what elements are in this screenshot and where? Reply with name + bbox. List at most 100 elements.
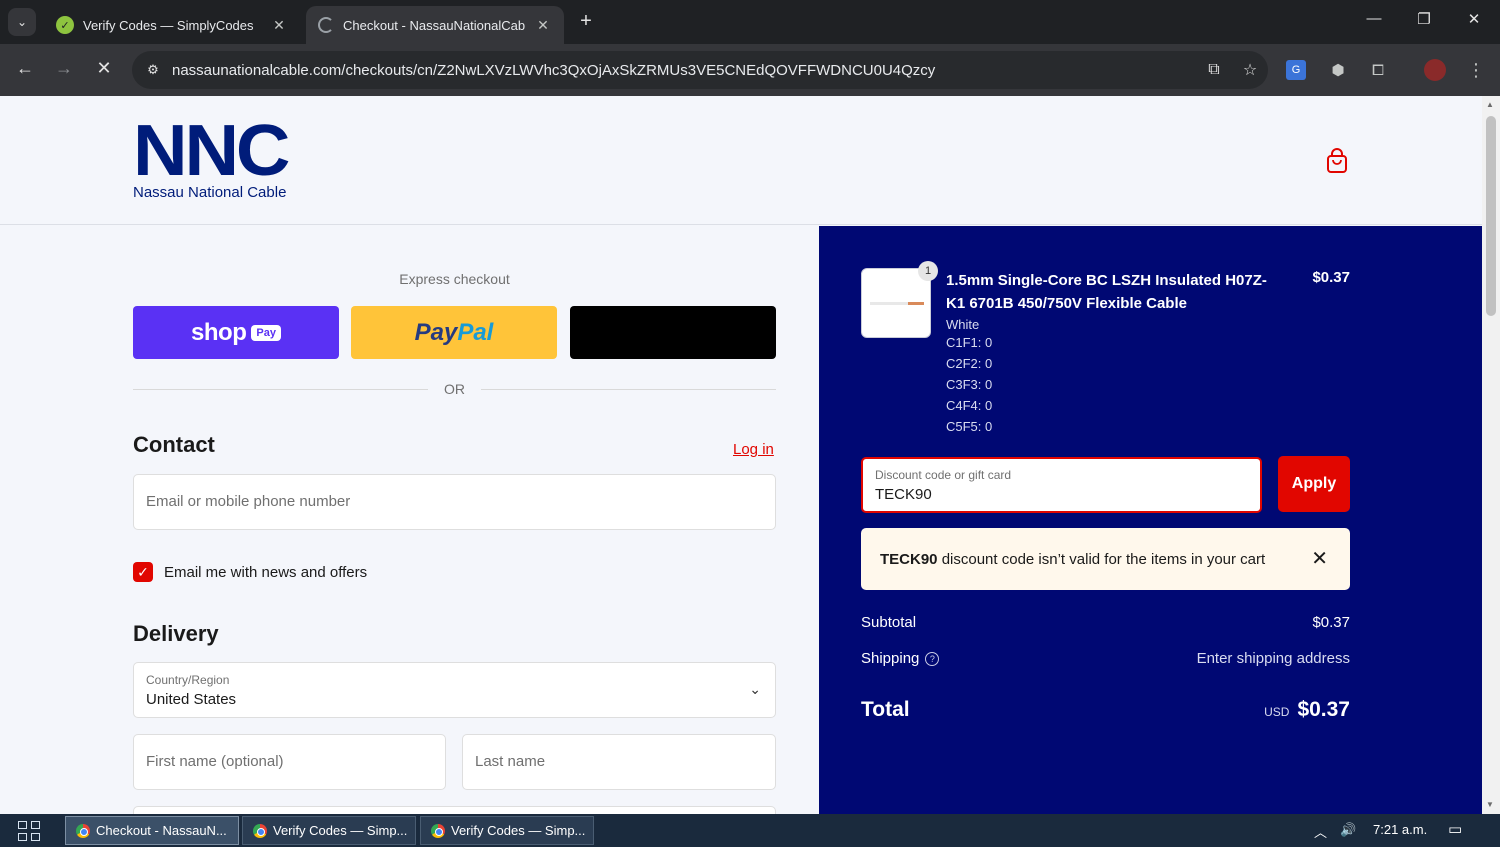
url-text[interactable]: nassaunationalcable.com/checkouts/cn/Z2N… <box>172 62 1196 79</box>
taskbar-item-checkout[interactable]: Checkout - NassauN... <box>65 816 239 845</box>
browser-toolbar: ← → ✕ ⚙ nassaunationalcable.com/checkout… <box>0 44 1500 96</box>
email-field[interactable]: Email or mobile phone number <box>133 474 776 530</box>
total-value: $0.37 <box>1297 698 1350 721</box>
chrome-icon <box>253 823 267 838</box>
google-translate-extension-icon[interactable]: G <box>1286 60 1306 80</box>
express-pay-button-black[interactable] <box>570 306 776 359</box>
cable-image <box>870 302 924 305</box>
quantity-badge: 1 <box>918 261 938 281</box>
paypal-word-pal: Pal <box>457 318 494 346</box>
taskbar-item-verify-codes[interactable]: Verify Codes — Simp... <box>242 816 416 845</box>
scroll-up-arrow-icon[interactable]: ▲ <box>1486 100 1494 109</box>
newsletter-checkbox[interactable]: ✓ <box>133 562 153 582</box>
logo-mark: NNC <box>133 111 290 191</box>
browser-tab-bar: ⌄ ✓ Verify Codes — SimplyCodes ✕ Checkou… <box>0 0 1500 44</box>
taskbar-item-label: Checkout - NassauN... <box>96 823 227 838</box>
subtotal-value: $0.37 <box>1312 614 1350 631</box>
clock-time[interactable]: 7:21 a.m. <box>1373 822 1427 837</box>
discount-error-code: TECK90 <box>880 551 938 568</box>
shop-pay-word: shop <box>191 318 247 346</box>
discount-error-message: TECK90 discount code isn’t valid for the… <box>880 551 1265 568</box>
variant-option: C5F5: 0 <box>946 419 993 434</box>
start-grid-icon[interactable] <box>18 821 40 841</box>
extensions-puzzle-icon[interactable]: ⧠ <box>1366 58 1390 82</box>
site-header: NNC Nassau National Cable <box>0 96 1482 225</box>
profile-avatar[interactable] <box>1424 59 1446 81</box>
address-field-partial[interactable] <box>133 806 776 814</box>
subtotal-label: Subtotal <box>861 614 917 631</box>
bookmark-star-icon[interactable]: ☆ <box>1232 60 1268 80</box>
login-link[interactable]: Log in <box>733 441 774 458</box>
total-currency: USD <box>1264 705 1290 719</box>
shop-pay-pill: Pay <box>251 324 281 341</box>
close-window-icon[interactable]: ✕ <box>1459 10 1489 28</box>
divider-line-left <box>133 389 428 390</box>
scroll-down-arrow-icon[interactable]: ▼ <box>1486 800 1494 809</box>
or-text: OR <box>444 381 465 397</box>
dismiss-close-icon[interactable]: ✕ <box>1311 546 1328 571</box>
paypal-button[interactable]: Pay Pal <box>351 306 557 359</box>
stop-loading-icon[interactable]: ✕ <box>92 58 116 79</box>
discount-error-text: discount code isn’t valid for the items … <box>937 551 1266 568</box>
email-placeholder: Email or mobile phone number <box>146 493 351 510</box>
chevron-down-icon: ⌄ <box>749 681 761 697</box>
address-bar[interactable]: ⚙ nassaunationalcable.com/checkouts/cn/Z… <box>132 51 1268 89</box>
extension-puzzle-grey-icon[interactable]: ⬢ <box>1326 58 1350 82</box>
tab-checkout[interactable]: Checkout - NassauNationalCab ✕ <box>306 6 564 44</box>
first-name-field[interactable]: First name (optional) <box>133 734 446 790</box>
os-taskbar: Checkout - NassauN... Verify Codes — Sim… <box>0 814 1500 847</box>
close-tab-icon[interactable]: ✕ <box>270 17 288 34</box>
translate-icon[interactable]: ⧉ <box>1196 61 1232 79</box>
country-value: United States <box>146 691 237 708</box>
variant-option: C1F1: 0 <box>946 335 993 350</box>
page-scrollbar[interactable]: ▲ ▼ <box>1482 96 1500 814</box>
scrollbar-thumb[interactable] <box>1486 116 1496 316</box>
shipping-label: Shipping <box>861 650 920 667</box>
close-tab-icon[interactable]: ✕ <box>534 17 552 34</box>
tab-search-chevron-icon[interactable]: ⌄ <box>8 8 36 36</box>
tray-chevron-up-icon[interactable]: ︿ <box>1314 822 1327 841</box>
variant-option: C2F2: 0 <box>946 356 993 371</box>
country-select[interactable]: Country/Region United States ⌄ <box>133 662 776 718</box>
shopping-bag-icon[interactable] <box>1326 148 1348 174</box>
express-checkout-label: Express checkout <box>399 271 510 287</box>
restore-icon[interactable]: ❐ <box>1409 10 1439 28</box>
newsletter-label[interactable]: Email me with news and offers <box>164 564 367 581</box>
or-divider: OR <box>133 381 776 397</box>
delivery-heading: Delivery <box>133 621 219 646</box>
nnc-logo[interactable]: NNC Nassau National Cable <box>133 115 303 201</box>
variant-option: C4F4: 0 <box>946 398 993 413</box>
tab-title: Verify Codes — SimplyCodes <box>83 17 254 33</box>
tab-verify-codes[interactable]: ✓ Verify Codes — SimplyCodes ✕ <box>44 6 300 44</box>
chrome-icon <box>431 823 445 838</box>
tab-title: Checkout - NassauNationalCab <box>343 17 526 33</box>
taskbar-item-label: Verify Codes — Simp... <box>273 823 408 838</box>
apply-discount-button[interactable]: Apply <box>1278 456 1350 512</box>
taskbar-item-verify-codes-2[interactable]: Verify Codes — Simp... <box>420 816 594 845</box>
chrome-icon <box>76 823 90 838</box>
minimize-icon[interactable]: — <box>1359 10 1389 27</box>
paypal-word-pay: Pay <box>414 318 458 346</box>
new-tab-plus-icon[interactable]: + <box>574 10 598 33</box>
country-label: Country/Region <box>146 673 230 687</box>
notifications-icon[interactable]: ▭ <box>1448 820 1462 838</box>
discount-label: Discount code or gift card <box>875 468 1012 482</box>
forward-arrow-icon[interactable]: → <box>52 58 76 79</box>
shop-pay-button[interactable]: shop Pay <box>133 306 339 359</box>
last-name-field[interactable]: Last name <box>462 734 776 790</box>
site-info-tune-icon[interactable]: ⚙ <box>144 61 162 79</box>
product-price: $0.37 <box>1312 269 1350 286</box>
first-name-placeholder: First name (optional) <box>146 753 284 770</box>
kebab-menu-icon[interactable]: ⋮ <box>1464 58 1488 82</box>
simplycodes-favicon-icon: ✓ <box>56 16 74 34</box>
checkout-form-column: Express checkout shop Pay Pay Pal OR Cont… <box>0 226 819 814</box>
volume-icon[interactable]: 🔊 <box>1340 822 1356 838</box>
back-arrow-icon[interactable]: ← <box>13 58 37 79</box>
order-summary: 1 1.5mm Single-Core BC LSZH Insulated H0… <box>819 226 1482 814</box>
discount-error-banner: TECK90 discount code isn’t valid for the… <box>861 528 1350 590</box>
variant-color: White <box>946 317 980 332</box>
discount-value: TECK90 <box>875 486 932 503</box>
discount-code-input[interactable]: Discount code or gift card TECK90 <box>861 457 1262 513</box>
help-question-icon[interactable]: ? <box>925 652 940 666</box>
product-title: 1.5mm Single-Core BC LSZH Insulated H07Z… <box>946 272 1267 312</box>
